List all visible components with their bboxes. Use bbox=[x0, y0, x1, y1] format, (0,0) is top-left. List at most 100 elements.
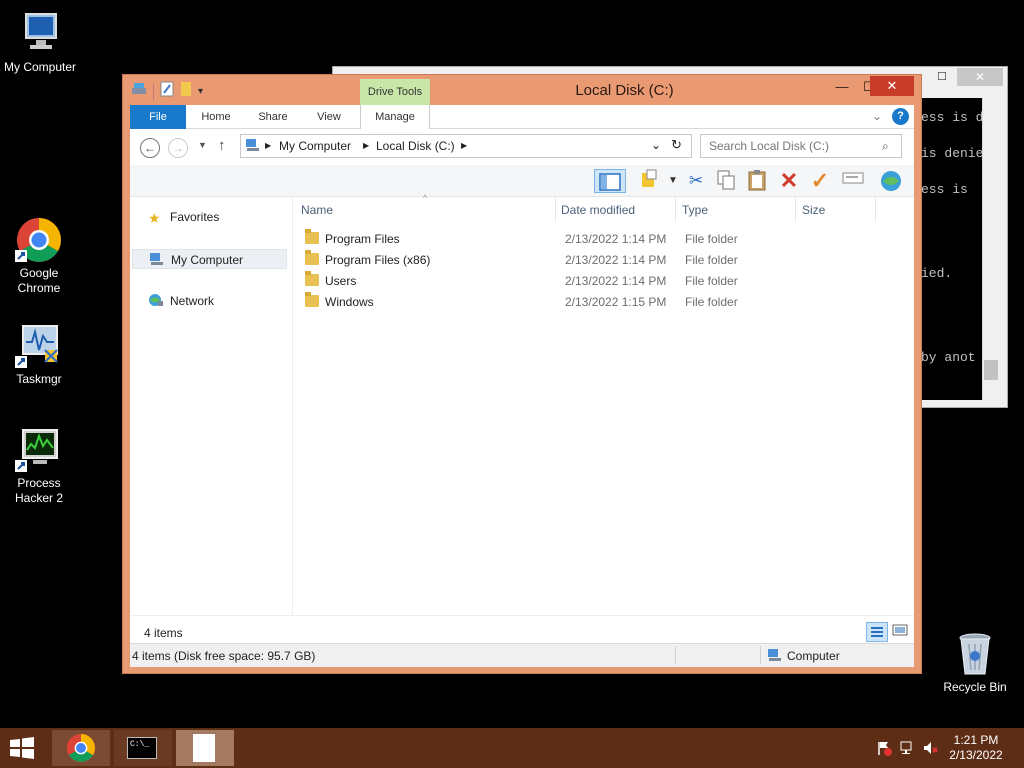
file-type: File folder bbox=[685, 274, 738, 288]
desktop-icon-recycle-bin[interactable]: Recycle Bin bbox=[935, 630, 1015, 695]
folder-icon bbox=[305, 250, 319, 265]
process-hacker-icon bbox=[15, 426, 63, 474]
desktop-icon-label: Recycle Bin bbox=[943, 680, 1007, 694]
minimize-button[interactable]: — bbox=[829, 77, 855, 97]
file-date: 2/13/2022 1:15 PM bbox=[565, 295, 667, 309]
network-status-icon[interactable] bbox=[899, 740, 915, 759]
computer-small-icon bbox=[149, 251, 165, 271]
console-icon: C:\_ bbox=[127, 737, 157, 759]
forward-button[interactable]: → bbox=[168, 138, 188, 158]
column-header-date[interactable]: Date modified bbox=[561, 203, 635, 217]
nav-item-network[interactable]: Network bbox=[132, 291, 287, 311]
breadcrumb-root[interactable]: My Computer bbox=[279, 139, 351, 153]
column-header-size[interactable]: Size bbox=[802, 203, 825, 217]
search-input[interactable]: Search Local Disk (C:) bbox=[700, 134, 902, 158]
cut-icon[interactable]: ✂ bbox=[683, 169, 709, 193]
console-scroll-thumb[interactable] bbox=[984, 360, 998, 380]
folder-icon bbox=[305, 271, 319, 286]
taskbar-console[interactable]: C:\_ bbox=[114, 730, 172, 766]
list-item[interactable]: Users 2/13/2022 1:14 PM File folder bbox=[297, 271, 897, 292]
tab-file[interactable]: File bbox=[130, 105, 186, 129]
ribbon-expand-icon[interactable]: ⌄ bbox=[872, 109, 882, 123]
start-button[interactable] bbox=[8, 736, 38, 760]
address-bar-row: ← → ▼ ↑ ▶ My Computer ▶ Local Disk (C:) … bbox=[130, 129, 914, 165]
breadcrumb-current[interactable]: Local Disk (C:) bbox=[376, 139, 455, 153]
file-list: Name ^ Date modified Type Size Program F… bbox=[293, 193, 914, 615]
list-item[interactable]: Windows 2/13/2022 1:15 PM File folder bbox=[297, 292, 897, 313]
action-center-flag-icon[interactable] bbox=[876, 740, 892, 759]
column-header-type[interactable]: Type bbox=[682, 203, 708, 217]
console-scrollbar[interactable] bbox=[982, 98, 999, 400]
properties-icon[interactable] bbox=[636, 169, 662, 193]
tab-view[interactable]: View bbox=[306, 105, 352, 129]
file-date: 2/13/2022 1:14 PM bbox=[565, 253, 667, 267]
console-line: ess is d bbox=[921, 110, 984, 125]
nav-item-my-computer[interactable]: My Computer bbox=[132, 249, 287, 269]
address-dropdown-icon[interactable]: ⌄ bbox=[651, 138, 661, 152]
column-header-name[interactable]: Name bbox=[301, 203, 333, 217]
navigation-pane: ★ Favorites My Computer Network bbox=[130, 197, 293, 615]
list-item[interactable]: Program Files (x86) 2/13/2022 1:14 PM Fi… bbox=[297, 250, 897, 271]
rename-icon[interactable]: ✓ bbox=[807, 169, 833, 193]
toolbar: ▼ ✂ ✕ ✓ bbox=[130, 165, 914, 197]
list-item[interactable]: Program Files 2/13/2022 1:14 PM File fol… bbox=[297, 229, 897, 250]
tab-share[interactable]: Share bbox=[248, 105, 298, 129]
help-icon[interactable]: ? bbox=[892, 108, 909, 125]
ribbon-tabs: File Home Share View Manage ⌄ ? bbox=[130, 105, 914, 129]
up-button[interactable]: ↑ bbox=[218, 137, 226, 154]
desktop-icon-process-hacker[interactable]: Process Hacker 2 bbox=[0, 426, 79, 506]
taskbar: C:\_ 1:21 PM 2/13/2022 bbox=[0, 728, 1024, 768]
taskbar-notepad[interactable] bbox=[176, 730, 234, 766]
breadcrumb[interactable]: ▶ My Computer ▶ Local Disk (C:) ▶ ⌄ ↻ bbox=[240, 134, 692, 158]
volume-muted-icon[interactable] bbox=[922, 740, 938, 759]
refresh-icon[interactable]: ↻ bbox=[671, 137, 682, 153]
status-location: Computer bbox=[787, 649, 840, 663]
file-name: Windows bbox=[325, 295, 374, 309]
desktop-icon-chrome[interactable]: Google Chrome bbox=[0, 216, 79, 296]
desktop-icon-label: Taskmgr bbox=[16, 372, 62, 386]
copy-icon[interactable] bbox=[713, 169, 739, 193]
item-count: 4 items bbox=[144, 626, 183, 640]
computer-small-icon bbox=[767, 648, 783, 665]
tab-manage[interactable]: Manage bbox=[360, 105, 430, 129]
chevron-right-icon[interactable]: ▶ bbox=[265, 141, 271, 150]
paste-icon[interactable] bbox=[744, 169, 770, 193]
clock-time: 1:21 PM bbox=[953, 733, 999, 747]
explorer-window[interactable]: ▾ Drive Tools Local Disk (C:) — ☐ ✕ File… bbox=[122, 74, 922, 674]
file-type: File folder bbox=[685, 232, 738, 246]
console-line: ess is bbox=[921, 182, 968, 197]
tab-home[interactable]: Home bbox=[192, 105, 240, 129]
sort-arrow-icon: ^ bbox=[423, 193, 428, 203]
file-type: File folder bbox=[685, 295, 738, 309]
nav-item-label: My Computer bbox=[171, 253, 244, 267]
desktop-icon-label: Process Hacker 2 bbox=[14, 476, 64, 505]
status-text: 4 items (Disk free space: 95.7 GB) bbox=[132, 649, 316, 663]
details-view-icon[interactable] bbox=[866, 622, 888, 642]
preview-pane-icon[interactable] bbox=[594, 169, 626, 193]
file-name: Users bbox=[325, 274, 357, 288]
nav-item-favorites[interactable]: ★ Favorites bbox=[132, 207, 287, 227]
delete-icon[interactable]: ✕ bbox=[776, 169, 802, 193]
back-button[interactable]: ← bbox=[140, 138, 160, 158]
network-icon bbox=[148, 292, 164, 312]
chevron-right-icon[interactable]: ▶ bbox=[363, 141, 369, 150]
close-button[interactable]: ✕ bbox=[870, 76, 914, 96]
taskbar-chrome[interactable] bbox=[52, 730, 110, 766]
star-icon: ★ bbox=[148, 210, 161, 226]
desktop-icon-taskmgr[interactable]: Taskmgr bbox=[0, 322, 79, 387]
clock[interactable]: 1:21 PM 2/13/2022 bbox=[944, 733, 1008, 763]
search-icon[interactable]: ⌕ bbox=[882, 139, 889, 154]
console-close-button[interactable]: ✕ bbox=[957, 68, 1003, 86]
console-maximize-button[interactable]: ☐ bbox=[931, 69, 953, 85]
clock-date: 2/13/2022 bbox=[949, 748, 1003, 762]
taskmgr-icon bbox=[15, 322, 63, 370]
file-name: Program Files bbox=[325, 232, 400, 246]
select-icon[interactable] bbox=[840, 169, 866, 193]
recent-locations-icon[interactable]: ▼ bbox=[198, 140, 207, 150]
explorer-titlebar[interactable]: ▾ Drive Tools Local Disk (C:) — ☐ ✕ bbox=[123, 75, 921, 105]
chevron-right-icon[interactable]: ▶ bbox=[461, 141, 467, 150]
large-icons-view-icon[interactable] bbox=[891, 622, 911, 642]
network-globe-icon[interactable] bbox=[878, 169, 904, 193]
console-line: is denie bbox=[921, 146, 984, 161]
desktop-icon-my-computer[interactable]: My Computer bbox=[0, 10, 80, 75]
